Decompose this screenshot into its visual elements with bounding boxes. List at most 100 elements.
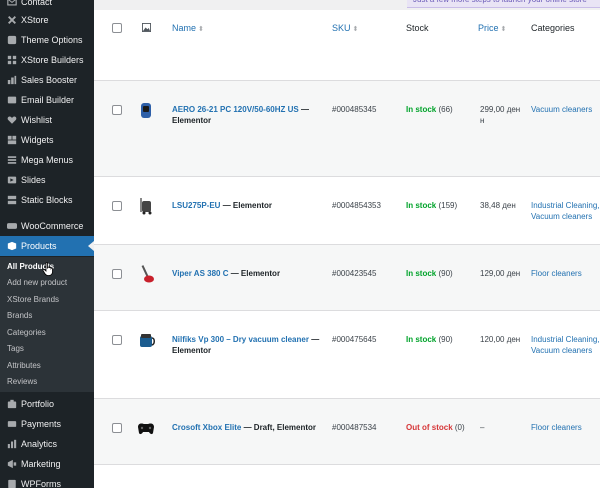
sidebar-item-widgets[interactable]: Widgets — [0, 130, 94, 150]
sidebar-item-label: Wishlist — [21, 115, 52, 125]
category-link[interactable]: Industrial Cleaning, — [531, 334, 600, 345]
row-checkbox[interactable] — [112, 423, 122, 433]
stock-status-badge: In stock — [406, 335, 437, 344]
sidebar-item-label: Static Blocks — [21, 195, 73, 205]
industrial-cleaner-thumbnail[interactable] — [136, 196, 156, 216]
sidebar-item-sales-booster[interactable]: Sales Booster — [0, 70, 94, 90]
sidebar-item-xstore[interactable]: XStore — [0, 10, 94, 30]
category-link[interactable]: Vacuum cleaners — [531, 345, 600, 356]
row-checkbox[interactable] — [112, 269, 122, 279]
submenu-item-categories[interactable]: Categories — [7, 328, 46, 337]
row-checkbox[interactable] — [112, 335, 122, 345]
sidebar-item-label: Marketing — [21, 459, 61, 469]
product-price: 299,00 ден н — [480, 104, 528, 126]
product-price: 120,00 ден — [480, 334, 528, 345]
submenu-item-tags[interactable]: Tags — [7, 344, 24, 353]
column-header-name[interactable]: Name ⬍ — [172, 23, 204, 33]
heart-icon — [6, 115, 17, 126]
analytics-icon — [6, 439, 17, 450]
xstore-icon — [6, 15, 17, 26]
dry-vacuum-thumbnail[interactable] — [136, 330, 156, 350]
sidebar-item-portfolio[interactable]: Portfolio — [0, 394, 94, 414]
products-table: Name ⬍ SKU ⬍ Stock Price ⬍ Categories AERO … — [94, 10, 600, 488]
submenu-item-brands[interactable]: Brands — [7, 311, 32, 320]
product-name-link[interactable]: Crosoft Xbox Elite — [172, 423, 241, 432]
sidebar-item-xstore-builders[interactable]: XStore Builders — [0, 50, 94, 70]
row-separator — [94, 80, 600, 81]
row-separator — [94, 398, 600, 399]
product-categories: Floor cleaners — [531, 422, 600, 433]
portfolio-icon — [6, 399, 17, 410]
product-categories: Floor cleaners — [531, 268, 600, 279]
sidebar-item-wishlist[interactable]: Wishlist — [0, 110, 94, 130]
tablet-thumbnail[interactable] — [136, 484, 156, 488]
stock-status-badge: In stock — [406, 201, 437, 210]
price-amount: 120,00 ден — [480, 335, 521, 344]
floor-cleaner-thumbnail[interactable] — [136, 264, 156, 284]
sidebar-item-label: Sales Booster — [21, 75, 78, 85]
sidebar-item-woocommerce[interactable]: WooCommerce — [0, 216, 94, 236]
sidebar-item-theme-options[interactable]: Theme Options — [0, 30, 94, 50]
stock-status-badge: Out of stock — [406, 423, 453, 432]
product-name-link[interactable]: Nilfiks Vp 300 – Dry vacuum cleaner — [172, 335, 309, 344]
sort-icon: ⬍ — [500, 26, 507, 33]
submenu-item-attributes[interactable]: Attributes — [7, 361, 41, 370]
sidebar-item-wpforms[interactable]: WPForms — [0, 474, 94, 488]
product-name-link[interactable]: AERO 26-21 PC 120V/50-60HZ US — [172, 105, 299, 114]
controller-thumbnail[interactable] — [136, 418, 156, 438]
row-separator — [94, 464, 600, 465]
category-link[interactable]: Vacuum cleaners — [531, 211, 600, 222]
product-status-label: — Draft, Elementor — [241, 423, 317, 432]
sidebar-item-mega-menus[interactable]: Mega Menus — [0, 150, 94, 170]
sidebar-item-payments[interactable]: Payments — [0, 414, 94, 434]
product-name-link[interactable]: Viper AS 380 C — [172, 269, 228, 278]
category-link[interactable]: Industrial Cleaning, — [531, 200, 600, 211]
submenu-item-reviews[interactable]: Reviews — [7, 377, 37, 386]
submenu-item-add-new-product[interactable]: Add new product — [7, 278, 67, 287]
sidebar-item-label: XStore — [21, 15, 49, 25]
widgets-icon — [6, 135, 17, 146]
sidebar-item-static-blocks[interactable]: Static Blocks — [0, 190, 94, 210]
product-categories: Industrial Cleaning, Vacuum cleaners — [531, 334, 600, 356]
sidebar-item-marketing[interactable]: Marketing — [0, 454, 94, 474]
select-all-checkbox[interactable] — [112, 23, 122, 33]
category-link[interactable]: Floor cleaners — [531, 268, 600, 279]
sidebar-item-slides[interactable]: Slides — [0, 170, 94, 190]
column-header-price[interactable]: Price ⬍ — [478, 23, 506, 33]
price-amount: – — [480, 423, 485, 432]
vacuum-product-thumbnail[interactable] — [136, 100, 156, 120]
sort-icon: ⬍ — [352, 26, 359, 33]
sidebar-item-label: Analytics — [21, 439, 58, 449]
sidebar-item-label: XStore Builders — [21, 55, 84, 65]
stock-quantity: (90) — [436, 335, 453, 344]
category-link[interactable]: Vacuum cleaners — [531, 104, 600, 115]
sidebar-item-label: Products — [21, 241, 57, 251]
category-link[interactable]: Floor cleaners — [531, 422, 600, 433]
sidebar-item-label: Mega Menus — [21, 155, 74, 165]
sidebar-item-label: Widgets — [21, 135, 54, 145]
product-name-cell: Nilfiks Vp 300 – Dry vacuum cleaner — El… — [172, 334, 324, 356]
static-blocks-icon — [6, 195, 17, 206]
column-header-sku[interactable]: SKU ⬍ — [332, 23, 358, 33]
submenu-item-xstore-brands[interactable]: XStore Brands — [7, 295, 59, 304]
product-sku: #000423545 — [332, 269, 377, 278]
sidebar-item-products[interactable]: Products — [0, 236, 94, 256]
sidebar-item-label: Email Builder — [21, 95, 75, 105]
setup-notice-banner[interactable]: Just a few more steps to launch your onl… — [407, 0, 600, 8]
email-builder-icon — [6, 95, 17, 106]
product-price: – — [480, 422, 528, 433]
product-name-link[interactable]: LSU275P-EU — [172, 201, 220, 210]
sales-booster-icon — [6, 75, 17, 86]
sidebar-item-analytics[interactable]: Analytics — [0, 434, 94, 454]
slides-icon — [6, 175, 17, 186]
marketing-icon — [6, 459, 17, 470]
envelope-icon — [6, 0, 17, 8]
builders-icon — [6, 55, 17, 66]
product-stock: In stock (90) — [406, 268, 478, 279]
row-checkbox[interactable] — [112, 105, 122, 115]
products-submenu: All Products Add new product XStore Brands… — [0, 257, 94, 392]
sidebar-item-label: Portfolio — [21, 399, 55, 409]
sidebar-item-email-builder[interactable]: Email Builder — [0, 90, 94, 110]
row-checkbox[interactable] — [112, 201, 122, 211]
column-header-stock: Stock — [406, 23, 429, 33]
